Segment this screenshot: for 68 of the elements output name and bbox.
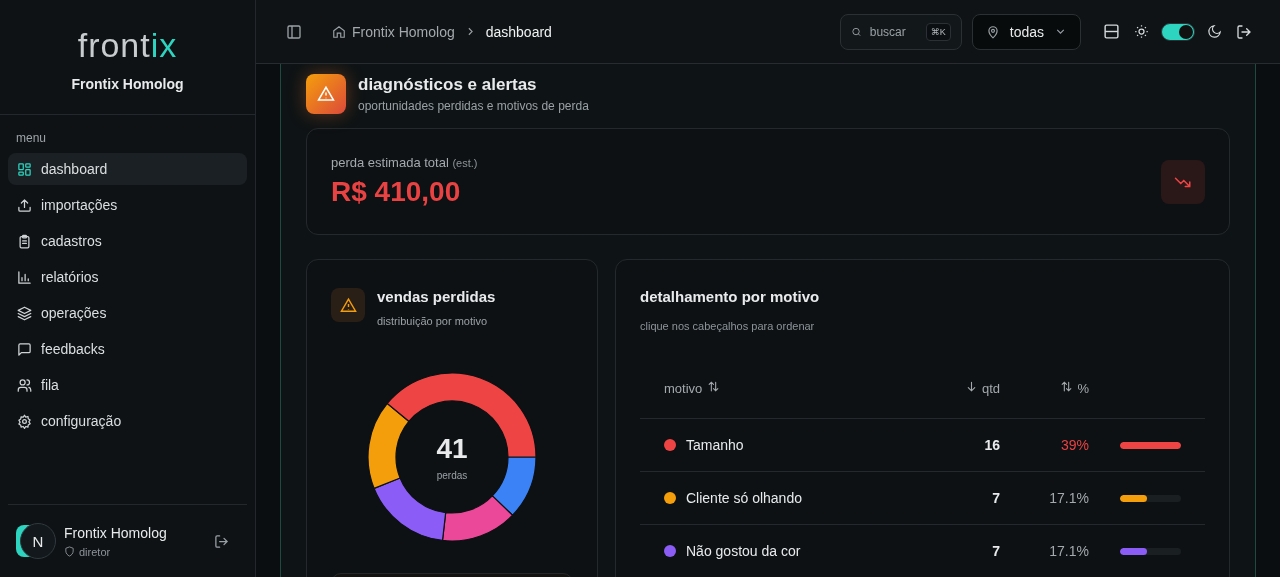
- avatar: N: [20, 523, 56, 559]
- percent-cell: 17.1%: [1049, 490, 1089, 506]
- card-title: vendas perdidas: [377, 288, 496, 305]
- quantity-cell: 16: [984, 437, 1000, 453]
- total-value: R$ 410,00: [331, 176, 462, 208]
- location-select[interactable]: todas: [971, 13, 1081, 50]
- shield-icon: [64, 546, 75, 557]
- search-input[interactable]: buscar: [867, 23, 920, 40]
- bar-chart-icon: [17, 269, 32, 285]
- sort-icon: [707, 380, 721, 393]
- total-count-label: perdas: [436, 470, 468, 481]
- home-icon: [332, 24, 346, 39]
- sidebar-item[interactable]: dashboard: [8, 153, 247, 185]
- card-title: detalhamento por motivo: [640, 288, 821, 305]
- grid-icon: [17, 161, 32, 177]
- percent-cell: 39%: [1060, 437, 1089, 453]
- breadcrumb-link[interactable]: dashboard: [485, 23, 552, 40]
- logo: frontix: [77, 28, 178, 62]
- sidebar-item[interactable]: feedbacks: [8, 333, 247, 365]
- sidebar-item[interactable]: cadastros: [8, 225, 247, 257]
- reason-cell: Tamanho: [686, 437, 744, 453]
- moon-icon[interactable]: [1207, 24, 1222, 39]
- sidebar-item[interactable]: operações: [8, 297, 247, 329]
- logout-icon[interactable]: [214, 533, 229, 549]
- warning-icon: [339, 296, 357, 314]
- menu-heading: menu: [15, 131, 48, 147]
- share-bar: [1120, 441, 1181, 449]
- warning-icon: [317, 85, 335, 103]
- breadcrumb-link[interactable]: Frontix Homolog: [352, 23, 455, 40]
- shortcut-key: ⌘K: [925, 22, 951, 41]
- sidebar-item[interactable]: fila: [8, 369, 247, 401]
- upload-icon: [17, 197, 32, 213]
- sidebar-toggle-icon[interactable]: [286, 23, 302, 40]
- layers-icon: [17, 305, 32, 321]
- sidebar-item[interactable]: importações: [8, 189, 247, 221]
- share-bar: [1120, 547, 1181, 555]
- percent-cell: 17.1%: [1049, 543, 1089, 559]
- user-name: Frontix Homolog: [64, 524, 168, 541]
- pin-icon: [985, 24, 1000, 39]
- column-header[interactable]: %: [1000, 380, 1089, 396]
- reason-cell: Cliente só olhando: [686, 490, 802, 506]
- total-count: 41: [436, 433, 468, 465]
- section-title: diagnósticos e alertas: [358, 75, 538, 95]
- total-label: perda estimada total: [331, 155, 449, 170]
- estimate-note: (est.): [452, 157, 478, 169]
- card-hint: clique nos cabeçalhos para ordenar: [640, 320, 816, 332]
- card-subtitle: distribuição por motivo: [377, 315, 489, 327]
- sun-icon[interactable]: [1134, 24, 1149, 39]
- section-subtitle: oportunidades perdidas e motivos de perda: [358, 99, 589, 113]
- reason-cell: Não gostou da cor: [686, 543, 801, 559]
- search-field[interactable]: buscar ⌘K: [839, 13, 962, 50]
- quantity-cell: 7: [992, 543, 1000, 559]
- column-header[interactable]: motivo: [640, 380, 924, 396]
- theme-toggle[interactable]: [1161, 22, 1195, 41]
- share-bar: [1120, 494, 1181, 502]
- chat-icon: [17, 341, 32, 357]
- clipboard-icon: [17, 233, 32, 249]
- company-name: Frontix Homolog: [71, 76, 184, 92]
- logout-icon[interactable]: [1236, 23, 1252, 40]
- sort-icon: [1060, 380, 1074, 393]
- users-icon: [17, 377, 32, 393]
- quantity-cell: 7: [992, 490, 1000, 506]
- user-role: diretor: [79, 545, 111, 558]
- layout-icon[interactable]: [1103, 23, 1120, 40]
- sidebar-item[interactable]: configuração: [8, 405, 247, 437]
- sidebar-item[interactable]: relatórios: [8, 261, 247, 293]
- column-header[interactable]: qtd: [924, 380, 1000, 396]
- settings-icon: [17, 413, 32, 429]
